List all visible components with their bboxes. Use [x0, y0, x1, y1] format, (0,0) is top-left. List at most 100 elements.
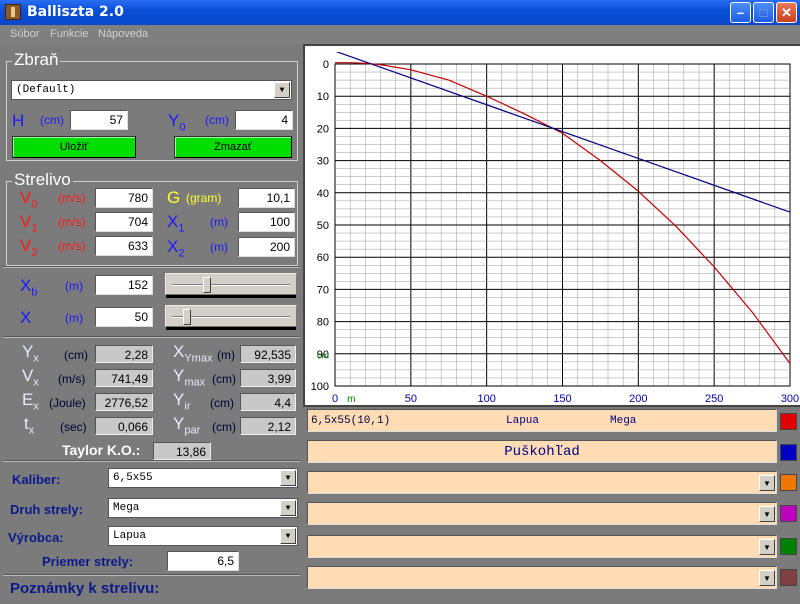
x-unit: (m) [65, 311, 83, 325]
color-swatch-orange[interactable] [780, 474, 797, 491]
y-tick-label: 60 [317, 252, 329, 264]
v0-input[interactable]: 780 [95, 188, 153, 208]
profile-ammo-name: 6,5x55(10,1) [311, 415, 391, 427]
h-input[interactable]: 57 [70, 110, 128, 130]
chevron-down-icon[interactable]: ▼ [280, 528, 296, 544]
menu-help[interactable]: Nápoveda [98, 28, 148, 40]
ymax-label: Ymax [173, 366, 206, 389]
g-input[interactable]: 10,1 [238, 188, 295, 208]
profile-ammo-maker: Lapua [506, 415, 540, 427]
chevron-down-icon[interactable]: ▼ [759, 506, 775, 522]
y0-input[interactable]: 4 [235, 110, 293, 130]
x-tick-label: 250 [705, 393, 723, 405]
yir-label: Yir [173, 390, 191, 413]
xb-label: Xb [20, 276, 38, 299]
trajectory-chart-svg: 0 50 100 150 200 250 3000102030405060708090100… [311, 52, 799, 405]
slider-thumb[interactable] [203, 277, 212, 293]
diameter-input[interactable]: 6,5 [167, 551, 239, 571]
profile-row-ammo[interactable]: 6,5x55(10,1) Lapua Mega [307, 409, 777, 432]
notes-label: Poznámky k strelivu: [10, 580, 160, 597]
y-tick-label: 100 [311, 381, 329, 393]
chevron-down-icon[interactable]: ▼ [759, 539, 775, 555]
manufacturer-select-value: Lapua [113, 530, 147, 542]
close-button[interactable]: ✕ [776, 2, 797, 23]
weapon-select-value: (Default) [16, 84, 76, 96]
x-input[interactable]: 50 [95, 307, 153, 327]
x2-input[interactable]: 200 [238, 237, 295, 257]
x1-label: X1 [167, 212, 185, 235]
y0-label: Y0 [168, 111, 186, 134]
profile-scope-label: Puškohľad [504, 444, 580, 460]
ex-value: 2776,52 [95, 393, 153, 411]
profile-ammo-type: Mega [610, 415, 637, 427]
menu-functions[interactable]: Funkcie [50, 28, 89, 40]
h-label: H [12, 111, 25, 130]
caliber-label: Kaliber: [12, 472, 61, 487]
chevron-down-icon[interactable]: ▼ [274, 82, 290, 98]
profile-select-5[interactable]: ▼ [307, 535, 777, 558]
divider [3, 460, 300, 462]
title-bar[interactable]: Balliszta 2.0 – □ ✕ [0, 0, 800, 25]
v2-label: V2 [20, 236, 38, 259]
caliber-select[interactable]: 6,5x55 ▼ [108, 468, 298, 488]
trajectory-chart: 0 50 100 150 200 250 300 0 10 20 30 40 50 60 70 80 90 100… [303, 44, 800, 407]
menu-file[interactable]: Súbor [10, 28, 39, 40]
slider-thumb[interactable] [183, 309, 192, 325]
chevron-down-icon[interactable]: ▼ [280, 500, 296, 516]
tx-label: tx [24, 414, 35, 437]
v0-unit: (m/s) [58, 191, 86, 205]
chevron-down-icon[interactable]: ▼ [759, 570, 775, 586]
x-slider[interactable] [165, 305, 297, 330]
color-swatch-brown[interactable] [780, 569, 797, 586]
x-label: X [20, 308, 32, 327]
xb-input[interactable]: 152 [95, 275, 153, 295]
color-swatch-magenta[interactable] [780, 505, 797, 522]
color-swatch-green[interactable] [780, 538, 797, 555]
x-tick-label: 150 [553, 393, 571, 405]
y-tick-label: 40 [317, 188, 329, 200]
xb-slider[interactable] [165, 273, 297, 298]
bullet-type-select[interactable]: Mega ▼ [108, 498, 298, 518]
y-tick-label: 10 [317, 91, 329, 103]
x-tick-label: 50 [405, 393, 417, 405]
caliber-select-value: 6,5x55 [113, 472, 153, 484]
x-axis-label: m [347, 394, 355, 405]
y-tick-label: 20 [317, 123, 329, 135]
menu-bar: Súbor Funkcie Nápoveda [0, 25, 800, 44]
ypar-unit: (cm) [212, 420, 236, 434]
x-tick-label: 0 [332, 393, 338, 405]
profile-row-scope[interactable]: Puškohľad [307, 440, 777, 463]
chevron-down-icon[interactable]: ▼ [280, 470, 296, 486]
x-tick-label: 100 [477, 393, 495, 405]
x2-unit: (m) [210, 240, 228, 254]
y-tick-label: 0 [323, 59, 329, 71]
y-tick-label: 80 [317, 317, 329, 329]
v2-input[interactable]: 633 [95, 236, 153, 256]
vx-unit: (m/s) [58, 372, 86, 386]
bullet-type-select-value: Mega [113, 502, 140, 514]
save-button[interactable]: Uložiť [12, 136, 136, 158]
profile-select-6[interactable]: ▼ [307, 566, 777, 589]
minimize-button[interactable]: – [730, 2, 751, 23]
manufacturer-select[interactable]: Lapua ▼ [108, 526, 298, 546]
ammo-group-title: Strelivo [12, 170, 73, 190]
chevron-down-icon[interactable]: ▼ [759, 475, 775, 491]
color-swatch-blue[interactable] [780, 444, 797, 461]
x1-input[interactable]: 100 [238, 212, 295, 232]
yx-unit: (cm) [64, 348, 88, 362]
profile-select-4[interactable]: ▼ [307, 502, 777, 525]
weapon-select[interactable]: (Default) ▼ [11, 80, 292, 100]
taylor-value: 13,86 [153, 442, 211, 460]
v1-label: V1 [20, 212, 38, 235]
color-swatch-red[interactable] [780, 413, 797, 430]
weapon-group-title: Zbraň [12, 50, 61, 70]
app-icon [5, 4, 21, 20]
profile-select-3[interactable]: ▼ [307, 471, 777, 494]
vx-value: 741,49 [95, 369, 153, 387]
maximize-button[interactable]: □ [753, 2, 774, 23]
yir-unit: (cm) [210, 396, 234, 410]
x2-label: X2 [167, 237, 185, 260]
g-label: G [167, 188, 181, 207]
delete-button[interactable]: Zmazať [174, 136, 292, 158]
v1-input[interactable]: 704 [95, 212, 153, 232]
